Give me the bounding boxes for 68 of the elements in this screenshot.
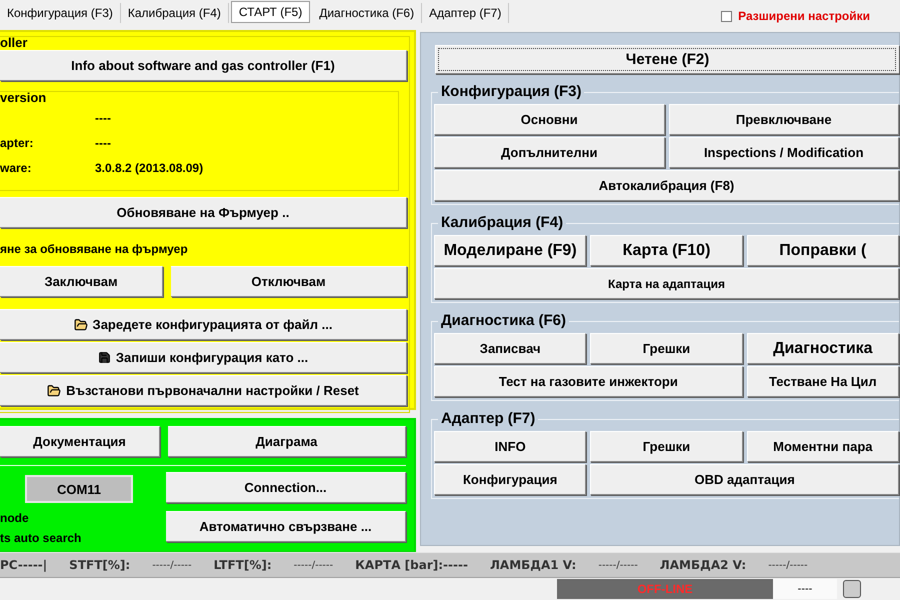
status-text: ЛАМБДА2 V:	[660, 558, 746, 572]
folder-icon	[74, 318, 88, 332]
action-button[interactable]: Моделиране (F9)	[434, 235, 586, 266]
folder-icon	[47, 384, 62, 398]
status-text: -----/-----	[598, 560, 638, 570]
firmware-button[interactable]: Обновяване на Фърмуер ..	[0, 197, 407, 228]
field-value: ----	[95, 110, 112, 124]
info-button[interactable]: Info about software and gas controller (F1)	[0, 50, 407, 81]
connection-button[interactable]: Connection...	[166, 472, 406, 503]
checkbox-label: Разширени настройки	[738, 9, 870, 23]
action-button[interactable]: Грешки	[590, 333, 743, 364]
status-text: КАРТА [bar]:-----	[355, 558, 468, 572]
action-button[interactable]: Тестване На Цил	[746, 366, 899, 397]
tab[interactable]: Конфигурация (F3)	[0, 3, 121, 23]
lock-button[interactable]: Отключвам	[171, 266, 407, 297]
slider-thumb[interactable]	[843, 580, 861, 598]
status-text: STFT[%]:	[69, 558, 130, 572]
tab[interactable]: Калибрация (F4)	[120, 3, 229, 23]
action-button[interactable]: Карта на адаптация	[434, 268, 899, 299]
tab[interactable]: Адаптер (F7)	[422, 3, 510, 23]
document-button[interactable]: Документация	[0, 426, 160, 457]
status-text: -----/-----	[768, 560, 808, 570]
group-title: Диагностика (F6)	[438, 312, 569, 329]
action-button[interactable]: Превключване	[668, 104, 899, 135]
status-value: ----	[773, 579, 837, 599]
action-button[interactable]: Поправки (	[746, 235, 899, 266]
tab[interactable]: Диагностика (F6)	[312, 3, 422, 23]
action-button[interactable]: Карта (F10)	[590, 235, 743, 266]
field-label: ware:	[0, 160, 32, 174]
action-button[interactable]: INFO	[434, 431, 586, 462]
field-label: apter:	[0, 136, 34, 150]
field-value: ----	[95, 136, 112, 150]
auto-connect-button[interactable]: Автоматично свързване ...	[166, 511, 406, 542]
status-text: -----/-----	[152, 560, 192, 570]
document-button[interactable]: Диаграма	[168, 426, 406, 457]
action-button[interactable]: Записвач	[434, 333, 586, 364]
action-button[interactable]: Основни	[434, 104, 664, 135]
status-text: ЛАМБДА1 V:	[490, 558, 576, 572]
action-button[interactable]: OBD адаптация	[590, 464, 899, 495]
group-title: Конфигурация (F3)	[438, 83, 584, 100]
note-text: node	[0, 511, 30, 525]
action-button[interactable]: Конфигурация	[434, 464, 586, 495]
note-text: ts auto search	[0, 531, 82, 545]
file-button[interactable]: Заредете конфигурацията от файл ...	[0, 309, 407, 340]
action-button[interactable]: Inspections / Modification	[668, 137, 899, 168]
port-field: COM11	[25, 475, 133, 503]
action-button[interactable]: Диагностика	[746, 333, 899, 364]
file-button[interactable]: Запиши конфигурация като ...	[0, 342, 407, 373]
group-title: Адаптер (F7)	[438, 410, 538, 427]
field-value: 3.0.8.2 (2013.08.09)	[95, 160, 204, 174]
action-button[interactable]: Моментни пара	[746, 431, 899, 462]
group-title: Калибрация (F4)	[438, 214, 566, 231]
action-button[interactable]: Грешки	[590, 431, 743, 462]
action-button[interactable]: Допълнителни	[434, 137, 664, 168]
connection-status: OFF-LINE	[557, 579, 773, 599]
file-button[interactable]: Възстанови първоначални настройки / Reset	[0, 375, 407, 406]
read-button[interactable]: Четене (F2)	[435, 45, 899, 74]
tab[interactable]: СТАРТ (F5)	[230, 1, 310, 23]
lock-button[interactable]: Заключвам	[0, 266, 163, 297]
action-button[interactable]: Автокалибрация (F8)	[434, 170, 899, 201]
action-button[interactable]: Тест на газовите инжектори	[434, 366, 743, 397]
status-text: PC-----|	[0, 558, 48, 572]
group-title: version	[0, 90, 48, 105]
section-label: яне за обновяване на фърмуер	[0, 242, 189, 256]
checkbox[interactable]	[721, 10, 732, 22]
status-text: LTFT[%]:	[214, 558, 272, 572]
status-text: -----/-----	[294, 560, 334, 570]
group-title: oller	[0, 35, 28, 50]
